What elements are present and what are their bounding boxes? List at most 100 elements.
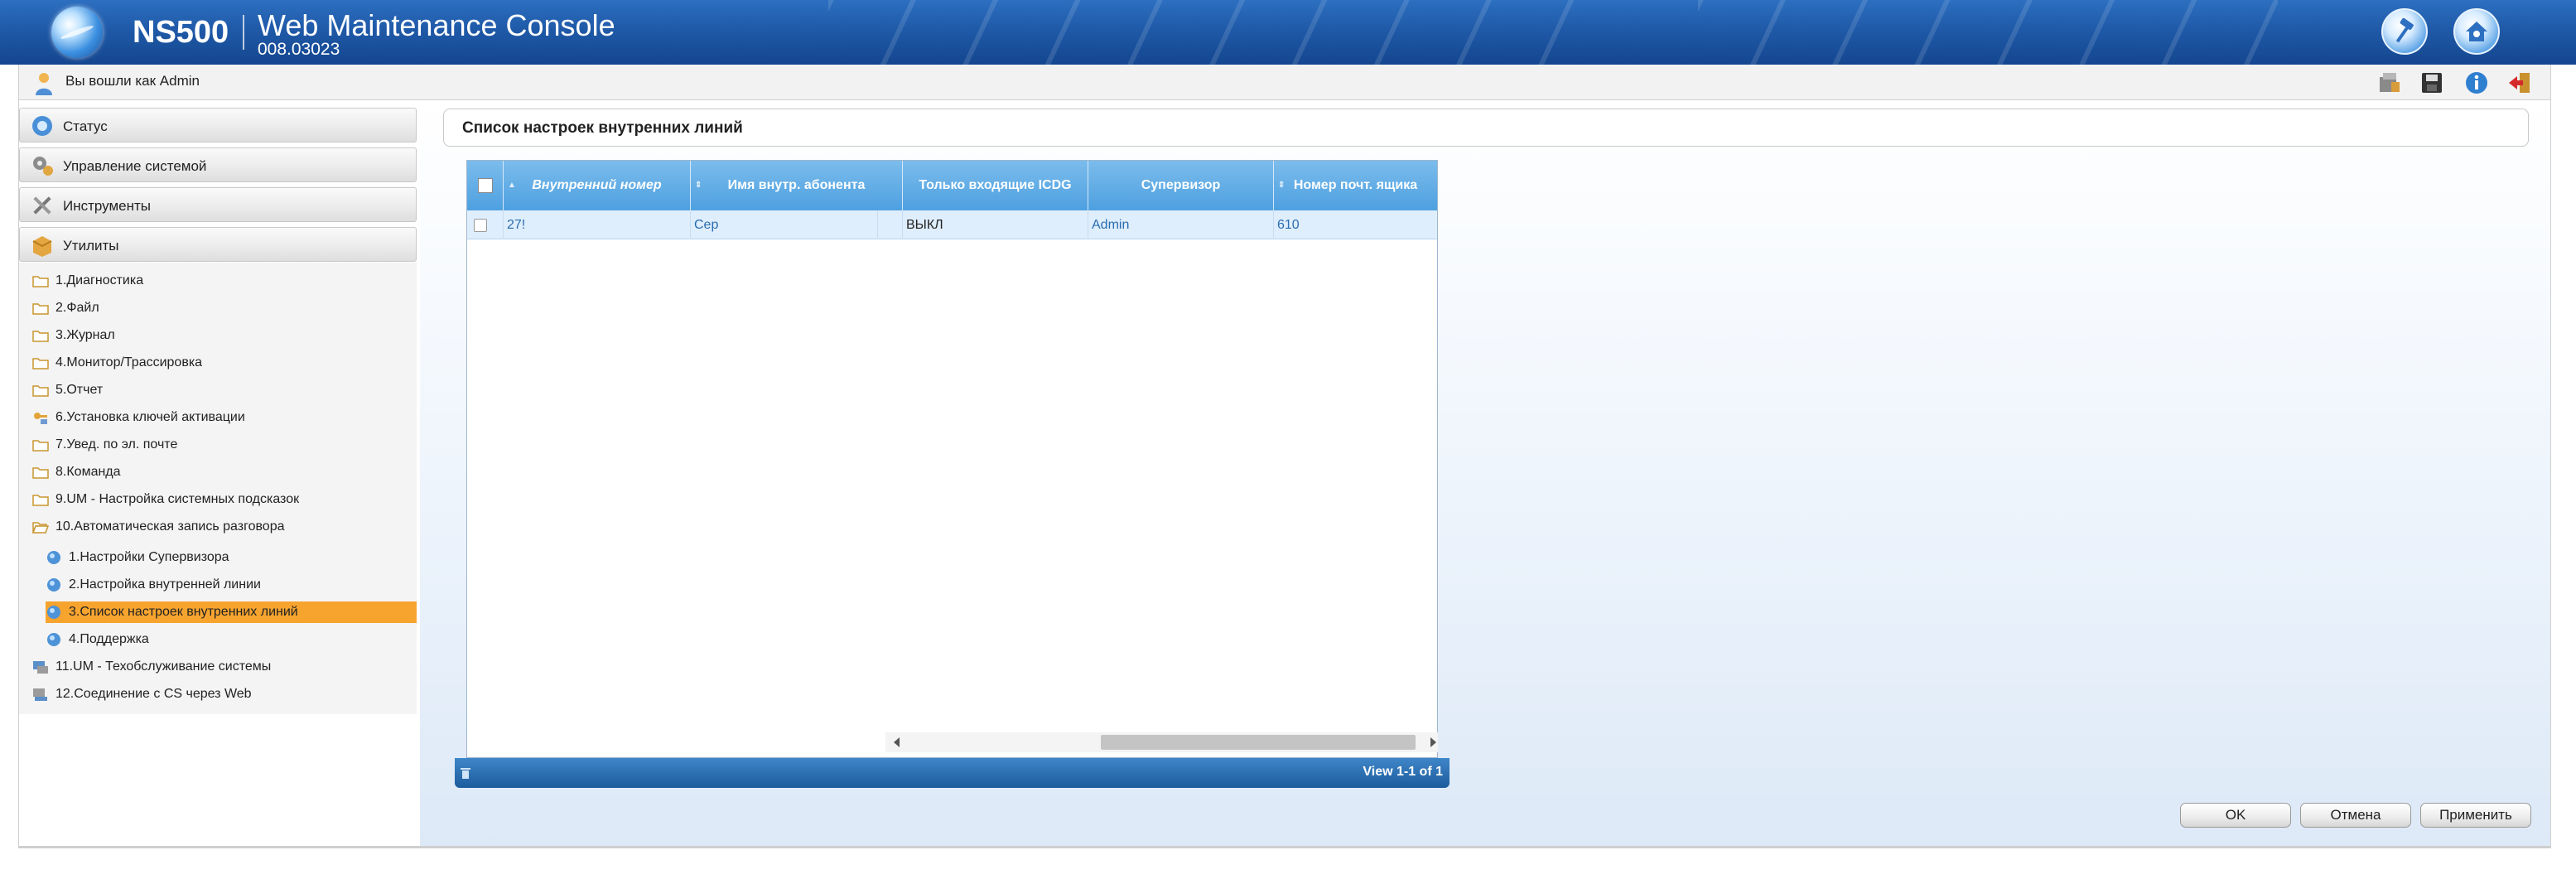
header-decoration <box>828 0 1574 65</box>
accordion-status[interactable]: Статус <box>19 108 417 142</box>
floppy-glyph <box>2422 73 2442 93</box>
accordion-utilities[interactable]: Утилиты <box>19 227 417 262</box>
header-decoration <box>1698 0 2278 65</box>
column-label: Имя внутр. абонента <box>727 178 866 192</box>
user-bar: Вы вошли как Admin <box>18 65 2551 100</box>
select-all-checkbox-cell <box>467 161 504 210</box>
page-title: Список настроек внутренних линий <box>462 119 743 137</box>
folder-icon <box>32 382 49 398</box>
grid-body: ▲ Внутренний номер ⇕ Имя внутр. абонента… <box>466 160 1438 758</box>
monitor-icon <box>32 686 49 703</box>
folder-icon <box>32 437 49 453</box>
table-row[interactable]: 27! Сер ВЫКЛ Admin 610 <box>467 210 1437 239</box>
scrollbar-thumb[interactable] <box>1101 735 1416 750</box>
tree-item-monitor-trace[interactable]: 4.Монитор/Трассировка <box>32 352 202 374</box>
tree-item-supervisor-settings[interactable]: 1.Настройки Супервизора <box>46 547 229 568</box>
tree-item-label: 7.Увед. по эл. почте <box>55 437 178 452</box>
status-icon <box>32 116 52 136</box>
tree-item-label: 2.Настройка внутренней линии <box>69 577 261 592</box>
apply-button[interactable]: Применить <box>2420 803 2531 828</box>
cancel-button[interactable]: Отмена <box>2300 803 2411 828</box>
app-header: NS500 Web Maintenance Console 008.03023 <box>0 0 2576 65</box>
tree-item-support[interactable]: 4.Поддержка <box>46 629 149 650</box>
row-checkbox[interactable] <box>474 218 487 232</box>
extension-settings-grid: ▲ Внутренний номер ⇕ Имя внутр. абонента… <box>455 160 1450 790</box>
column-extension-number[interactable]: ▲ Внутренний номер <box>504 161 691 210</box>
system-control-icon <box>33 157 53 176</box>
tree-item-report[interactable]: 5.Отчет <box>32 379 103 401</box>
folder-open-icon <box>32 519 49 535</box>
tree-item-um-maintenance[interactable]: 11.UM - Техобслуживание системы <box>32 656 271 678</box>
cell-mailbox-number[interactable]: 610 <box>1274 210 1437 239</box>
logout-icon[interactable] <box>2505 69 2535 97</box>
tree-item-diagnostics[interactable]: 1.Диагностика <box>32 270 143 292</box>
info-glyph <box>2466 72 2487 94</box>
tree-item-email-notify[interactable]: 7.Увед. по эл. почте <box>32 434 177 456</box>
row-select-cell <box>467 210 504 239</box>
folder-icon <box>32 327 49 344</box>
select-all-checkbox[interactable] <box>477 178 493 193</box>
column-label: Только входящие ICDG <box>919 178 1072 192</box>
sort-icon: ⇕ <box>695 181 702 190</box>
globe-icon <box>46 604 62 621</box>
cell-spacer <box>878 210 903 239</box>
tree-item-label: 5.Отчет <box>55 383 104 397</box>
accordion-tools[interactable]: Инструменты <box>19 187 417 222</box>
tree-item-extension-settings-list[interactable]: 3.Список настроек внутренних линий <box>46 601 417 623</box>
frame-bottom-border <box>18 846 2551 848</box>
utilities-icon <box>32 236 52 257</box>
tree-item-cs-web-connection[interactable]: 12.Соединение с CS через Web <box>32 683 252 705</box>
phone-system-glyph <box>2380 73 2400 92</box>
folder-icon <box>32 300 49 316</box>
scroll-right-arrow-icon[interactable] <box>1430 737 1436 747</box>
column-label: Внутренний номер <box>532 178 662 192</box>
hammer-icon <box>2395 17 2414 43</box>
tree-item-auto-recording[interactable]: 10.Автоматическая запись разговора <box>32 516 284 538</box>
tree-item-command[interactable]: 8.Команда <box>32 461 121 483</box>
product-name: NS500 <box>133 15 229 50</box>
tree-item-journal[interactable]: 3.Журнал <box>32 325 115 346</box>
folder-icon <box>32 355 49 371</box>
tree-item-activation-keys[interactable]: 6.Установка ключей активации <box>32 407 245 428</box>
cell-extension-name[interactable]: Сер <box>691 210 878 239</box>
folder-icon <box>32 273 49 289</box>
tree-item-extension-setting[interactable]: 2.Настройка внутренней линии <box>46 574 261 596</box>
tree-item-label: 6.Установка ключей активации <box>55 410 245 424</box>
home-button[interactable] <box>2453 8 2500 55</box>
tree-item-label: 3.Журнал <box>55 328 115 342</box>
grid-pager: View 1-1 of 1 <box>455 758 1450 788</box>
column-label: Номер почт. ящика <box>1293 178 1418 192</box>
accordion-label: Управление системой <box>63 158 207 174</box>
cell-extension-number[interactable]: 27! <box>504 210 691 239</box>
column-mailbox-number[interactable]: ⇕ Номер почт. ящика <box>1274 161 1437 210</box>
tree-item-um-prompts[interactable]: 9.UM - Настройка системных подсказок <box>32 489 299 510</box>
tree-item-label: 9.UM - Настройка системных подсказок <box>55 492 300 506</box>
sort-icon: ⇕ <box>1278 181 1286 190</box>
tree-item-label: 8.Команда <box>55 465 121 479</box>
globe-icon <box>46 549 62 566</box>
column-supervisor[interactable]: Супервизор <box>1088 161 1274 210</box>
column-icdg-only[interactable]: Только входящие ICDG <box>903 161 1088 210</box>
sort-asc-icon: ▲ <box>508 181 516 190</box>
save-icon[interactable] <box>2417 69 2447 97</box>
user-icon <box>36 73 52 95</box>
tree-item-label: 2.Файл <box>55 301 99 315</box>
info-icon[interactable] <box>2462 69 2492 97</box>
tree-item-label: 4.Монитор/Трассировка <box>55 355 203 369</box>
accordion-system-control[interactable]: Управление системой <box>19 147 417 182</box>
phone-system-icon[interactable] <box>2374 69 2404 97</box>
scroll-left-arrow-icon[interactable] <box>894 737 900 747</box>
trash-icon[interactable] <box>460 766 471 780</box>
tools-button[interactable] <box>2381 8 2428 55</box>
grid-header: ▲ Внутренний номер ⇕ Имя внутр. абонента… <box>467 161 1437 210</box>
ok-button[interactable]: OK <box>2180 803 2291 828</box>
column-extension-name[interactable]: ⇕ Имя внутр. абонента <box>691 161 903 210</box>
maintenance-console: NS500 Web Maintenance Console 008.03023 … <box>0 0 2576 879</box>
cell-icdg-only[interactable]: ВЫКЛ <box>903 210 1088 239</box>
sidebar: Статус Управление системой Инструменты У… <box>18 100 439 846</box>
tree-item-file[interactable]: 2.Файл <box>32 297 99 319</box>
folder-icon <box>32 464 49 481</box>
header-divider <box>243 15 244 50</box>
cell-supervisor[interactable]: Admin <box>1088 210 1274 239</box>
horizontal-scrollbar[interactable] <box>885 732 1438 752</box>
